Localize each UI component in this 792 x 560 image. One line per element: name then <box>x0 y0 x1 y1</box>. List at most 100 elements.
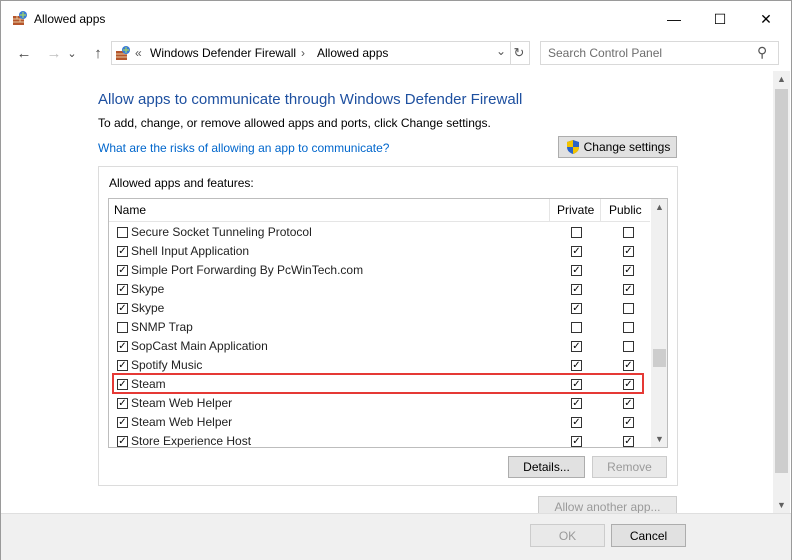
minimize-button[interactable]: — <box>651 1 697 37</box>
page-title: Allow apps to communicate through Window… <box>98 91 523 108</box>
column-header-public[interactable]: Public <box>609 199 642 221</box>
column-divider[interactable] <box>600 199 601 221</box>
allowed-apps-list[interactable]: Name Private Public Secure Socket Tunnel… <box>108 198 668 448</box>
group-label: Allowed apps and features: <box>109 176 254 190</box>
enabled-checkbox[interactable]: ✓ <box>117 360 128 371</box>
enabled-checkbox[interactable]: ✓ <box>117 284 128 295</box>
search-input[interactable]: Search Control Panel <box>548 46 662 60</box>
enabled-checkbox[interactable]: ✓ <box>117 341 128 352</box>
app-name: Skype <box>131 282 165 296</box>
main-scrollbar-thumb[interactable] <box>775 89 788 473</box>
private-checkbox[interactable]: ✓ <box>571 360 582 371</box>
scroll-down-icon[interactable]: ▼ <box>773 497 790 513</box>
private-checkbox[interactable]: ✓ <box>571 265 582 276</box>
table-row[interactable]: ✓ Skype ✓ <box>109 299 650 318</box>
table-row[interactable]: ✓ Skype ✓ ✓ <box>109 280 650 299</box>
table-row[interactable]: ✓ Steam Web Helper ✓ ✓ <box>109 413 650 432</box>
column-divider[interactable] <box>549 199 550 221</box>
title-bar[interactable]: Allowed apps — ☐ ✕ <box>1 1 791 37</box>
recent-locations-button[interactable]: ⌄ <box>65 43 79 63</box>
minimize-icon: — <box>667 11 681 27</box>
up-arrow-icon: ↑ <box>94 44 102 62</box>
public-checkbox[interactable]: ✓ <box>623 436 634 447</box>
table-row[interactable]: SNMP Trap <box>109 318 650 337</box>
private-checkbox[interactable]: ✓ <box>571 398 582 409</box>
app-name: Spotify Music <box>131 358 203 372</box>
private-checkbox[interactable]: ✓ <box>571 341 582 352</box>
back-button[interactable]: ← <box>13 43 35 63</box>
table-row[interactable]: ✓ Shell Input Application ✓ ✓ <box>109 242 650 261</box>
list-scrollbar-thumb[interactable] <box>653 349 666 367</box>
refresh-button[interactable]: ↻ <box>509 41 530 65</box>
enabled-checkbox[interactable]: ✓ <box>117 265 128 276</box>
up-button[interactable]: ↑ <box>87 43 109 63</box>
private-checkbox[interactable]: ✓ <box>571 417 582 428</box>
table-row[interactable]: ✓ SopCast Main Application ✓ <box>109 337 650 356</box>
breadcrumb-firewall[interactable]: Windows Defender Firewall <box>150 46 296 60</box>
maximize-button[interactable]: ☐ <box>697 1 743 37</box>
cancel-button[interactable]: Cancel <box>611 524 686 547</box>
firewall-small-icon <box>115 45 131 61</box>
app-name: Skype <box>131 301 165 315</box>
column-header-private[interactable]: Private <box>557 199 594 221</box>
forward-button[interactable]: → <box>43 43 65 63</box>
public-checkbox[interactable] <box>623 322 634 333</box>
public-checkbox[interactable]: ✓ <box>623 417 634 428</box>
dialog-footer: OK Cancel <box>1 513 791 560</box>
public-checkbox[interactable] <box>623 341 634 352</box>
private-checkbox[interactable]: ✓ <box>571 303 582 314</box>
private-checkbox[interactable]: ✓ <box>571 246 582 257</box>
table-row[interactable]: ✓ Steam Web Helper ✓ ✓ <box>109 394 650 413</box>
public-checkbox[interactable] <box>623 227 634 238</box>
enabled-checkbox[interactable]: ✓ <box>117 417 128 428</box>
close-icon: ✕ <box>760 10 772 27</box>
uac-shield-icon <box>565 139 581 155</box>
enabled-checkbox[interactable]: ✓ <box>117 436 128 447</box>
public-checkbox[interactable]: ✓ <box>623 284 634 295</box>
public-checkbox[interactable]: ✓ <box>623 398 634 409</box>
details-button[interactable]: Details... <box>508 456 585 478</box>
search-icon[interactable]: ⚲ <box>757 44 767 61</box>
table-row[interactable]: ✓ Store Experience Host ✓ ✓ <box>109 432 650 447</box>
scroll-up-icon[interactable]: ▲ <box>773 71 790 87</box>
breadcrumb-separator: › <box>301 46 305 60</box>
private-checkbox[interactable] <box>571 227 582 238</box>
table-row[interactable]: Secure Socket Tunneling Protocol <box>109 223 650 242</box>
list-scroll-down-icon[interactable]: ▼ <box>651 431 667 447</box>
ok-button[interactable]: OK <box>530 524 605 547</box>
enabled-checkbox[interactable]: ✓ <box>117 303 128 314</box>
list-scroll-up-icon[interactable]: ▲ <box>651 199 667 215</box>
breadcrumb-overflow[interactable]: « <box>135 46 142 60</box>
public-checkbox[interactable]: ✓ <box>623 360 634 371</box>
enabled-checkbox[interactable] <box>117 227 128 238</box>
table-row[interactable]: ✓ Simple Port Forwarding By PcWinTech.com… <box>109 261 650 280</box>
column-header-name[interactable]: Name <box>114 199 146 221</box>
private-checkbox[interactable]: ✓ <box>571 436 582 447</box>
app-name: SopCast Main Application <box>131 339 268 353</box>
public-checkbox[interactable] <box>623 303 634 314</box>
change-settings-label: Change settings <box>583 140 671 154</box>
enabled-checkbox[interactable]: ✓ <box>117 398 128 409</box>
main-scrollbar[interactable]: ▲ ▼ <box>773 71 790 513</box>
enabled-checkbox[interactable] <box>117 322 128 333</box>
breadcrumb-allowed-apps[interactable]: Allowed apps <box>317 46 388 60</box>
list-scrollbar[interactable]: ▲ ▼ <box>651 199 667 447</box>
close-button[interactable]: ✕ <box>743 1 789 37</box>
change-settings-button[interactable]: Change settings <box>558 136 677 158</box>
search-box[interactable]: Search Control Panel ⚲ <box>540 41 779 65</box>
app-name: Steam Web Helper <box>131 415 233 429</box>
risks-link[interactable]: What are the risks of allowing an app to… <box>98 141 389 155</box>
remove-button[interactable]: Remove <box>592 456 667 478</box>
public-checkbox[interactable]: ✓ <box>623 246 634 257</box>
app-name: Secure Socket Tunneling Protocol <box>131 225 312 239</box>
app-name: Shell Input Application <box>131 244 250 258</box>
private-checkbox[interactable]: ✓ <box>571 284 582 295</box>
address-dropdown-icon[interactable]: ⌄ <box>496 44 506 58</box>
firewall-icon <box>12 10 28 26</box>
private-checkbox[interactable] <box>571 322 582 333</box>
allowed-apps-window: Allowed apps — ☐ ✕ ← → ⌄ ↑ « Windows Def… <box>0 0 792 560</box>
back-arrow-icon: ← <box>16 44 32 62</box>
enabled-checkbox[interactable]: ✓ <box>117 246 128 257</box>
public-checkbox[interactable]: ✓ <box>623 265 634 276</box>
address-bar[interactable]: « Windows Defender Firewall › Allowed ap… <box>111 41 511 65</box>
